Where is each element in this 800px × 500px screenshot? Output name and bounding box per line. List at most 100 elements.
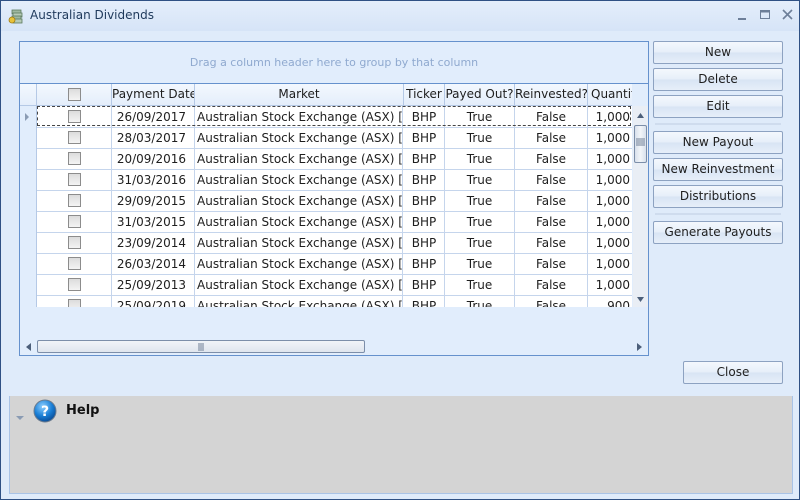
ticker-cell: BHP bbox=[404, 127, 445, 148]
window-title: Australian Dividends bbox=[30, 8, 154, 22]
horizontal-scrollbar[interactable] bbox=[20, 338, 648, 355]
payed-out-cell: True bbox=[445, 106, 515, 127]
quantity-cell: 1,000 bbox=[595, 257, 630, 271]
market-cell: Australian Stock Exchange (ASX) [AUD] bbox=[195, 232, 403, 253]
row-select-cell[interactable] bbox=[37, 106, 112, 127]
market-cell: Australian Stock Exchange (ASX) [AUD] bbox=[195, 211, 403, 232]
payment-date-cell: 25/09/2013 bbox=[112, 274, 195, 295]
row-select-cell[interactable] bbox=[37, 211, 112, 232]
payed-out-cell: True bbox=[445, 253, 515, 274]
table-row[interactable]: 31/03/2015 Australian Stock Exchange (ASX… bbox=[20, 211, 632, 233]
svg-text:?: ? bbox=[41, 404, 49, 420]
row-select-cell[interactable] bbox=[37, 190, 112, 211]
delete-button[interactable]: Delete bbox=[653, 68, 783, 91]
market-cell: Australian Stock Exchange (ASX) [AUD] bbox=[195, 127, 403, 148]
table-row[interactable]: 25/09/2013 Australian Stock Exchange (ASX… bbox=[20, 274, 632, 296]
row-select-cell[interactable] bbox=[37, 295, 112, 307]
generate-payouts-button[interactable]: Generate Payouts bbox=[653, 221, 783, 244]
reinvested-cell: False bbox=[515, 148, 588, 169]
minimize-button[interactable] bbox=[734, 7, 752, 23]
row-checkbox[interactable] bbox=[68, 131, 81, 144]
header-payed-out[interactable]: Payed Out? bbox=[445, 84, 515, 105]
close-button[interactable]: Close bbox=[683, 361, 783, 384]
new-payout-button[interactable]: New Payout bbox=[653, 131, 783, 154]
table-row[interactable]: 23/09/2014 Australian Stock Exchange (ASX… bbox=[20, 232, 632, 254]
scroll-down-arrow[interactable] bbox=[633, 292, 648, 307]
row-select-cell[interactable] bbox=[37, 127, 112, 148]
row-indicator[interactable] bbox=[20, 190, 37, 211]
row-checkbox[interactable] bbox=[68, 110, 81, 123]
payed-out-cell: True bbox=[445, 274, 515, 295]
row-indicator[interactable] bbox=[20, 148, 37, 169]
ticker-cell: BHP bbox=[404, 190, 445, 211]
edit-button[interactable]: Edit bbox=[653, 95, 783, 118]
maximize-button[interactable] bbox=[757, 7, 775, 23]
payment-date-cell: 31/03/2016 bbox=[112, 169, 195, 190]
select-all-checkbox[interactable] bbox=[68, 88, 81, 101]
market-cell: Australian Stock Exchange (ASX) [AUD] bbox=[195, 106, 403, 127]
row-indicator[interactable] bbox=[20, 106, 37, 127]
payment-date-cell: 29/09/2015 bbox=[112, 190, 195, 211]
vertical-scroll-thumb[interactable] bbox=[634, 125, 647, 163]
scroll-right-arrow[interactable] bbox=[632, 340, 646, 354]
row-checkbox[interactable] bbox=[68, 173, 81, 186]
table-row[interactable]: 26/03/2014 Australian Stock Exchange (ASX… bbox=[20, 253, 632, 275]
help-panel: ? Help bbox=[9, 396, 793, 494]
reinvested-cell: False bbox=[515, 274, 588, 295]
horizontal-scroll-thumb[interactable] bbox=[37, 340, 365, 353]
dividends-grid: Drag a column header here to group by th… bbox=[19, 41, 649, 356]
current-row-arrow-icon bbox=[25, 113, 29, 121]
scroll-up-arrow[interactable] bbox=[633, 108, 648, 123]
header-select-all[interactable] bbox=[37, 84, 112, 105]
payed-out-cell: True bbox=[445, 148, 515, 169]
payment-date-cell: 26/03/2014 bbox=[112, 253, 195, 274]
ticker-cell: BHP bbox=[404, 169, 445, 190]
row-indicator[interactable] bbox=[20, 211, 37, 232]
row-indicator[interactable] bbox=[20, 253, 37, 274]
row-checkbox[interactable] bbox=[68, 278, 81, 291]
distributions-button[interactable]: Distributions bbox=[653, 185, 783, 208]
payment-date-cell: 25/09/2019 bbox=[112, 295, 195, 307]
header-payment-date[interactable]: Payment Date bbox=[112, 84, 195, 105]
payed-out-cell: True bbox=[445, 211, 515, 232]
button-separator bbox=[655, 213, 781, 215]
row-select-cell[interactable] bbox=[37, 148, 112, 169]
reinvested-cell: False bbox=[515, 232, 588, 253]
row-checkbox[interactable] bbox=[68, 257, 81, 270]
header-market[interactable]: Market bbox=[195, 84, 404, 105]
row-select-cell[interactable] bbox=[37, 274, 112, 295]
row-checkbox[interactable] bbox=[68, 215, 81, 228]
row-checkbox[interactable] bbox=[68, 236, 81, 249]
table-row[interactable]: 31/03/2016 Australian Stock Exchange (ASX… bbox=[20, 169, 632, 191]
scroll-left-arrow[interactable] bbox=[22, 340, 36, 354]
reinvested-cell: False bbox=[515, 190, 588, 211]
collapse-chevron-icon[interactable] bbox=[16, 410, 24, 424]
row-checkbox[interactable] bbox=[68, 299, 81, 307]
table-row[interactable]: 26/09/2017 Australian Stock Exchange (ASX… bbox=[20, 106, 632, 128]
row-select-cell[interactable] bbox=[37, 169, 112, 190]
table-row[interactable]: 28/03/2017 Australian Stock Exchange (ASX… bbox=[20, 127, 632, 149]
market-cell: Australian Stock Exchange (ASX) [AUD] bbox=[195, 169, 403, 190]
window-close-button[interactable] bbox=[780, 7, 798, 23]
header-reinvested[interactable]: Reinvested? bbox=[515, 84, 588, 105]
quantity-cell: 1,000 bbox=[595, 131, 630, 145]
group-by-panel[interactable]: Drag a column header here to group by th… bbox=[20, 42, 648, 84]
new-button[interactable]: New bbox=[653, 41, 783, 64]
table-row[interactable]: 25/09/2019 Australian Stock Exchange (ASX… bbox=[20, 295, 632, 307]
row-indicator[interactable] bbox=[20, 274, 37, 295]
row-indicator[interactable] bbox=[20, 295, 37, 307]
header-quantity[interactable]: Quantit bbox=[588, 84, 632, 105]
row-indicator[interactable] bbox=[20, 169, 37, 190]
vertical-scrollbar[interactable] bbox=[633, 106, 648, 307]
row-checkbox[interactable] bbox=[68, 194, 81, 207]
row-indicator[interactable] bbox=[20, 127, 37, 148]
row-select-cell[interactable] bbox=[37, 232, 112, 253]
row-checkbox[interactable] bbox=[68, 152, 81, 165]
row-select-cell[interactable] bbox=[37, 253, 112, 274]
new-reinvestment-button[interactable]: New Reinvestment bbox=[653, 158, 783, 181]
row-indicator[interactable] bbox=[20, 232, 37, 253]
table-row[interactable]: 20/09/2016 Australian Stock Exchange (ASX… bbox=[20, 148, 632, 170]
payed-out-cell: True bbox=[445, 190, 515, 211]
table-row[interactable]: 29/09/2015 Australian Stock Exchange (ASX… bbox=[20, 190, 632, 212]
header-ticker[interactable]: Ticker bbox=[404, 84, 445, 105]
